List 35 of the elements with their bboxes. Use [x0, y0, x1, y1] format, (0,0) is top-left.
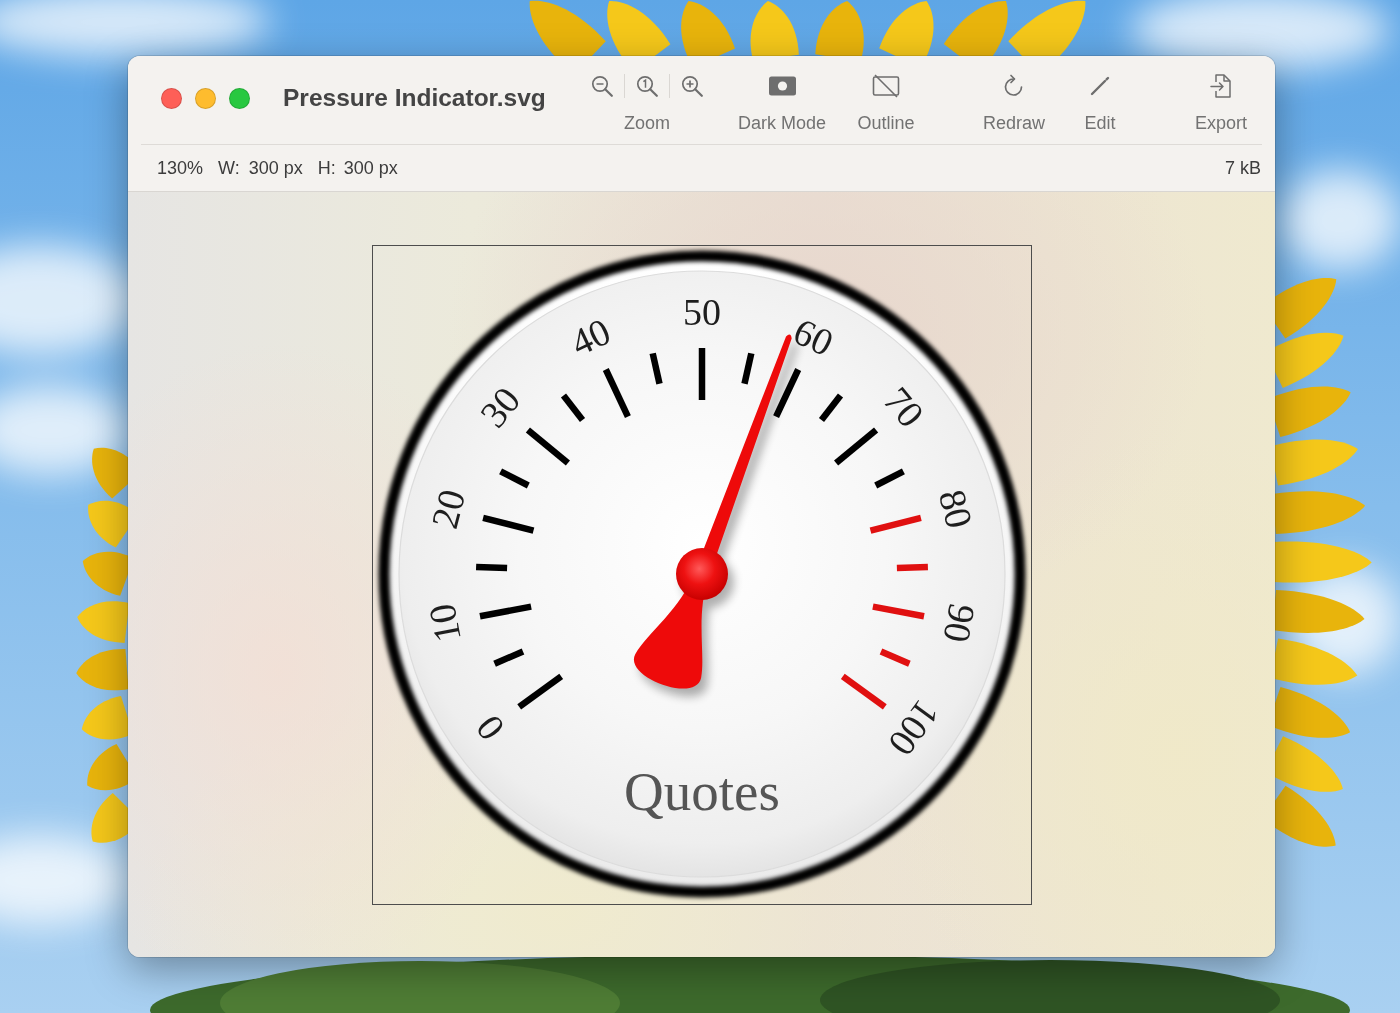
redraw-button[interactable]: Redraw [974, 73, 1054, 134]
window-title: Pressure Indicator.svg [283, 84, 547, 112]
height-value: 300 px [343, 157, 398, 179]
width-value: 300 px [248, 157, 303, 179]
fullscreen-button[interactable] [229, 88, 250, 109]
zoom-label: Zoom [624, 112, 670, 134]
scale-label: 60 [786, 309, 840, 364]
scale-label: 10 [419, 600, 469, 646]
scale-label: 20 [422, 484, 473, 532]
width-label: W: [218, 157, 240, 179]
slashed-rectangle-icon [872, 74, 900, 98]
document-arrow-icon [1210, 73, 1232, 99]
pencil-icon [1090, 76, 1110, 96]
gauge-title: Quotes [623, 760, 780, 822]
close-button[interactable] [161, 88, 182, 109]
refresh-icon [1003, 74, 1025, 98]
zoom-in-icon [681, 75, 703, 97]
zoom-percent: 130% [157, 157, 204, 179]
height-label: H: [317, 157, 336, 179]
scale-label: 40 [563, 309, 617, 364]
zoom-out-icon [591, 75, 613, 97]
scale-label: 30 [471, 378, 528, 435]
outline-button[interactable]: Outline [846, 73, 926, 134]
dark-mode-button[interactable]: Dark Mode [727, 73, 837, 134]
needle-hub [675, 547, 728, 600]
scale-label: 90 [934, 600, 984, 646]
export-button[interactable]: Export [1181, 73, 1261, 134]
scale-label: 50 [682, 290, 721, 333]
scale-label: 80 [930, 484, 981, 532]
scale-label: 0 [466, 707, 513, 748]
scale-label: 100 [879, 692, 948, 763]
actual-size-icon [636, 75, 658, 97]
edit-button[interactable]: Edit [1070, 73, 1130, 134]
scale-label: 70 [875, 378, 932, 435]
file-size: 7 kB [1224, 157, 1261, 179]
